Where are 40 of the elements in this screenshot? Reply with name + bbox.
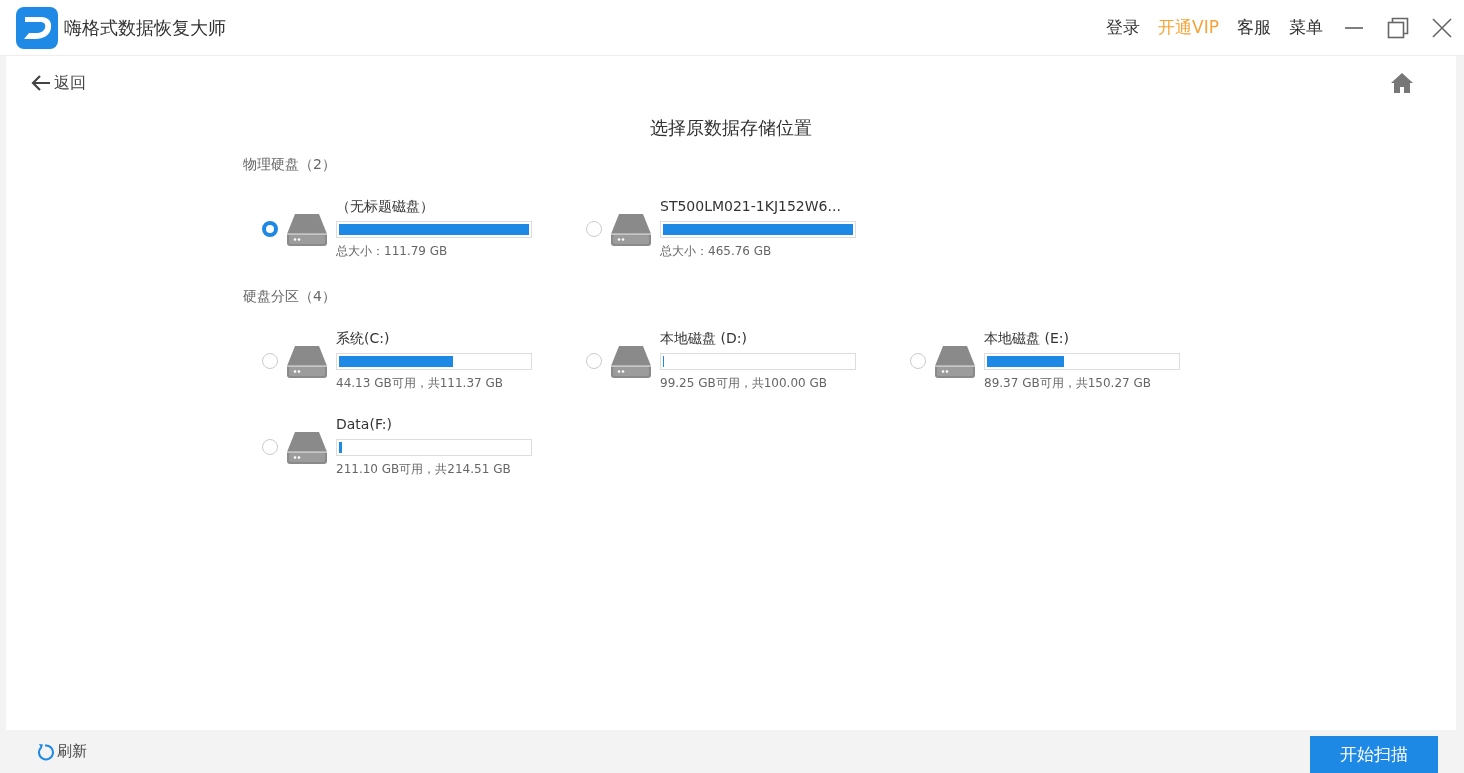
hard-drive-icon (286, 212, 328, 246)
refresh-icon (36, 742, 54, 761)
disk-size: 89.37 GB可用，共150.27 GB (984, 375, 1153, 392)
hard-drive-icon (286, 430, 328, 464)
disk-name: Data(F:) (336, 416, 394, 434)
disk-name: 本地磁盘 (D:) (660, 330, 748, 348)
hard-drive-icon (934, 344, 976, 378)
hard-drive-icon (286, 344, 328, 378)
disk-size: 44.13 GB可用，共111.37 GB (336, 375, 505, 392)
hard-drive-icon (610, 344, 652, 378)
back-arrow-icon (30, 73, 52, 93)
page-heading: 选择原数据存储位置 (649, 116, 813, 140)
disk-size: 99.25 GB可用，共100.00 GB (660, 375, 829, 392)
disk-name: 本地磁盘 (E:) (984, 330, 1070, 348)
radio-button[interactable] (586, 221, 602, 237)
disk-name: （无标题磁盘） (336, 198, 435, 216)
radio-button[interactable] (586, 353, 602, 369)
menu-link[interactable]: 客服 (1228, 16, 1280, 39)
radio-button[interactable] (262, 439, 278, 455)
disk-name: ST500LM021-1KJ152W6... (660, 198, 842, 216)
menu-link[interactable]: 菜单 (1280, 16, 1332, 39)
close-icon[interactable] (1432, 17, 1452, 38)
restore-icon[interactable] (1387, 16, 1409, 39)
menu-link[interactable]: 登录 (1097, 16, 1150, 39)
disk-name: 系统(C:) (336, 330, 391, 348)
section-title: 硬盘分区（4） (243, 288, 337, 306)
app-logo-icon (16, 6, 58, 49)
app-title: 嗨格式数据恢复大师 (64, 15, 227, 40)
radio-button[interactable] (262, 221, 278, 237)
hard-drive-icon (610, 212, 652, 246)
section-title: 物理硬盘（2） (243, 156, 337, 174)
refresh-button[interactable]: 刷新 (30, 741, 93, 762)
home-icon[interactable] (1390, 72, 1414, 94)
radio-button[interactable] (910, 353, 926, 369)
disk-size: 总大小：465.76 GB (660, 243, 773, 260)
radio-button[interactable] (262, 353, 278, 369)
disk-size: 211.10 GB可用，共214.51 GB (336, 461, 512, 478)
back-button[interactable]: 返回 (30, 72, 86, 94)
disk-size: 总大小：111.79 GB (336, 243, 449, 260)
start-scan-button[interactable]: 开始扫描 (1310, 736, 1438, 773)
